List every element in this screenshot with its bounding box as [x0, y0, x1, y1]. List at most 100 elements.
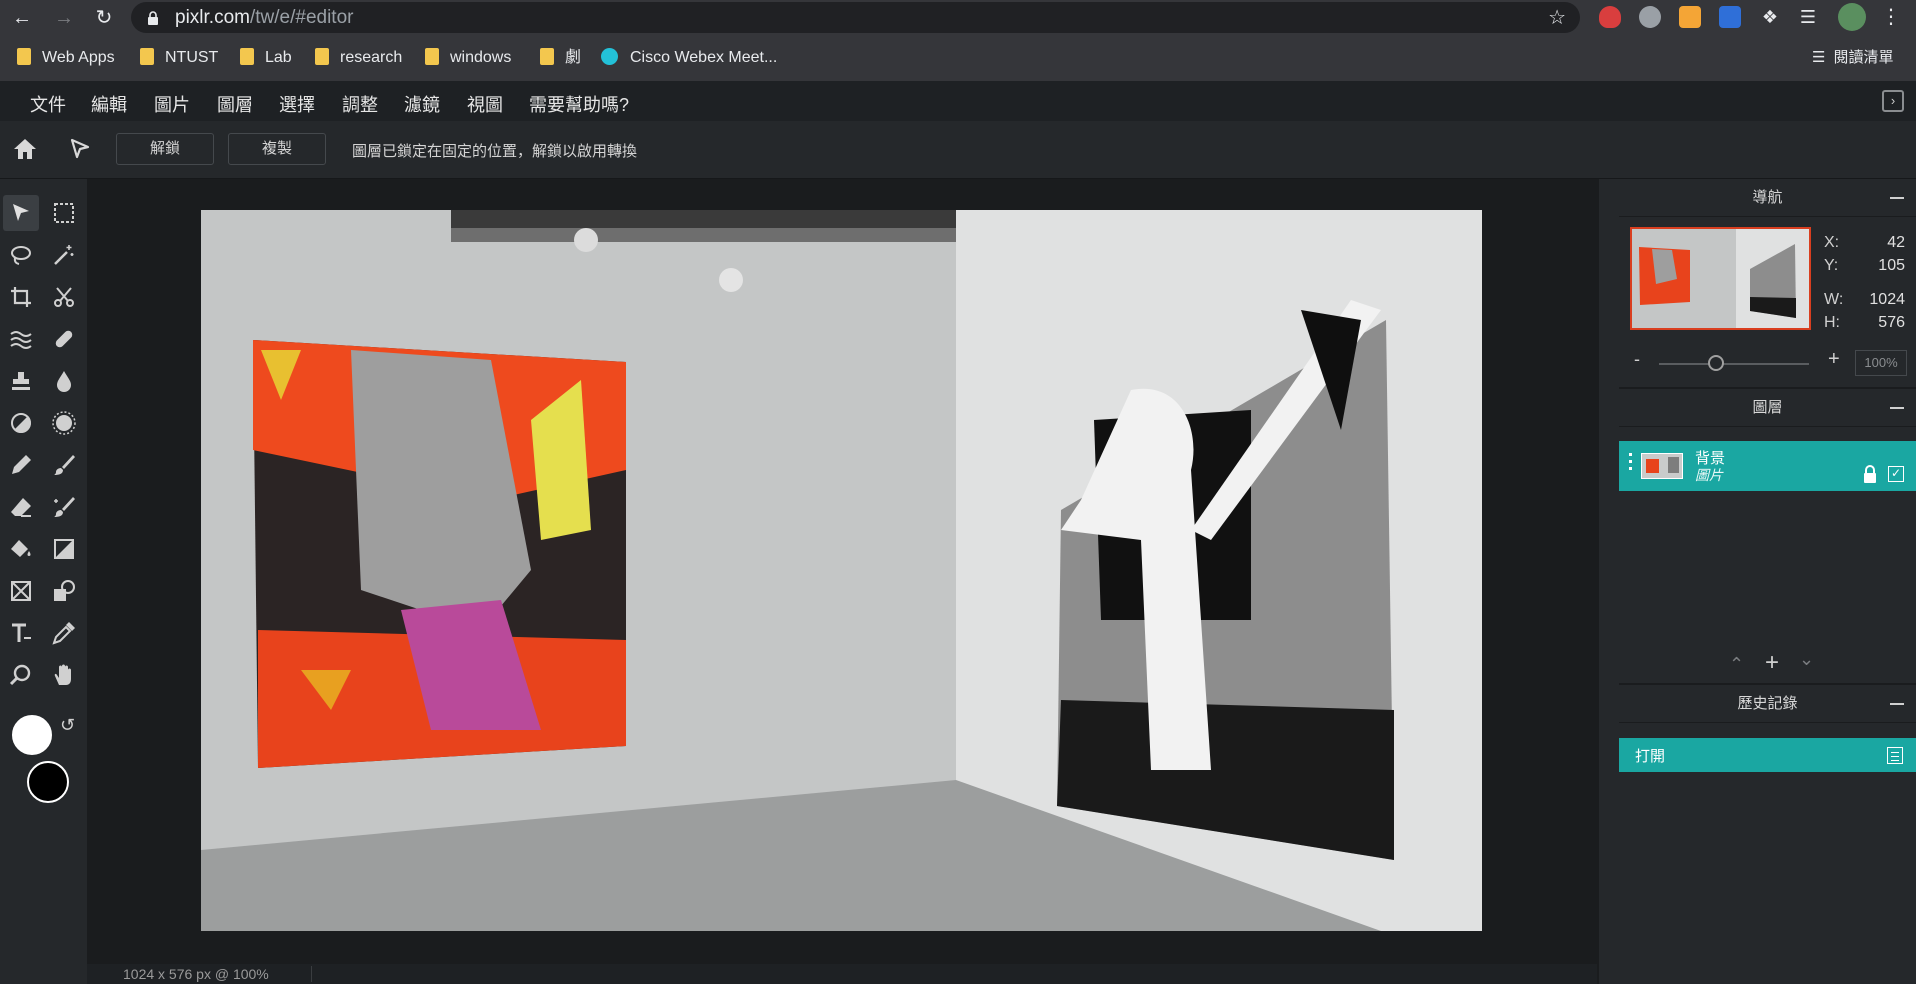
menu-edit[interactable]: 編輯 — [91, 91, 127, 117]
bookmark-research[interactable]: research — [315, 46, 402, 70]
duplicate-button[interactable]: 複製 — [228, 133, 326, 165]
w-label: W: — [1824, 291, 1844, 308]
layer-lock-icon[interactable] — [1863, 465, 1877, 483]
text-tool[interactable] — [3, 615, 39, 651]
zoom-input[interactable]: 100% — [1855, 350, 1907, 376]
w-value: 1024 — [1869, 291, 1905, 308]
bookmark-star-icon[interactable]: ☆ — [1548, 5, 1566, 30]
history-title: 歷史記錄 — [1737, 695, 1798, 712]
foreground-color-swatch[interactable] — [10, 713, 54, 757]
zoom-slider-track[interactable] — [1659, 363, 1809, 365]
minimize-history-icon[interactable] — [1890, 703, 1904, 705]
history-header: 歷史記錄 — [1619, 685, 1916, 723]
clone-stamp-tool[interactable] — [3, 363, 39, 399]
shape-frame-tool[interactable] — [3, 573, 39, 609]
bookmark-web-apps[interactable]: Web Apps — [17, 46, 115, 70]
fill-tool[interactable] — [3, 531, 39, 567]
eraser-icon — [11, 498, 31, 517]
bookmark-webex[interactable]: Cisco Webex Meet... — [601, 46, 777, 70]
bookmark-ntust[interactable]: NTUST — [140, 46, 218, 70]
heal-tool[interactable] — [46, 321, 82, 357]
shield-extension-icon[interactable] — [1599, 6, 1621, 28]
menu-help[interactable]: 需要幫助嗎? — [529, 91, 629, 117]
menu-select[interactable]: 選擇 — [279, 91, 315, 117]
save-extension-icon[interactable] — [1719, 6, 1741, 28]
stamp-icon — [12, 372, 30, 390]
lasso-tool[interactable] — [3, 237, 39, 273]
media-queue-icon[interactable]: ☰ — [1797, 6, 1819, 28]
image-canvas[interactable] — [201, 210, 1482, 931]
crop-tool[interactable] — [3, 279, 39, 315]
puzzle-extensions-icon[interactable]: ❖ — [1759, 6, 1781, 28]
arrow-pointer-icon — [13, 204, 29, 221]
bookmark-drama[interactable]: 劇 — [540, 46, 581, 70]
move-layer-up-icon[interactable]: ⌃ — [1729, 654, 1744, 675]
menu-file[interactable]: 文件 — [30, 91, 66, 117]
menu-view[interactable]: 視圖 — [467, 91, 503, 117]
bookmark-windows[interactable]: windows — [425, 46, 511, 70]
brush-icon — [54, 455, 75, 475]
address-bar[interactable]: pixlr.com/tw/e/#editor ☆ — [131, 2, 1580, 33]
scissors-icon — [54, 287, 74, 307]
magic-wand-tool[interactable] — [46, 237, 82, 273]
forward-icon[interactable]: → — [50, 4, 78, 32]
zoom-tool[interactable] — [3, 657, 39, 693]
blur-tool[interactable] — [46, 363, 82, 399]
brush-tool[interactable] — [46, 447, 82, 483]
sponge-tool[interactable] — [46, 405, 82, 441]
drag-handle-icon[interactable] — [1629, 453, 1632, 456]
thumbnail-painting-right — [1668, 457, 1679, 473]
back-icon[interactable]: ← — [8, 4, 36, 32]
history-item[interactable]: 打開 — [1619, 738, 1916, 772]
bookmark-lab[interactable]: Lab — [240, 46, 292, 70]
hand-tool[interactable] — [46, 657, 82, 693]
marquee-tool[interactable] — [46, 195, 82, 231]
layer-visibility-checkbox[interactable]: ✓ — [1888, 466, 1904, 482]
orange-extension-icon[interactable] — [1679, 6, 1701, 28]
reading-list-icon: ☰ — [1812, 49, 1826, 66]
gradient-tool[interactable] — [46, 531, 82, 567]
pencil-icon — [12, 455, 31, 474]
swap-colors-icon[interactable]: ↺ — [60, 715, 75, 736]
x-value: 42 — [1887, 234, 1905, 251]
eraser-tool[interactable] — [3, 489, 39, 525]
add-layer-icon[interactable]: + — [1765, 649, 1779, 677]
shapes-icon — [54, 580, 75, 601]
move-layer-down-icon[interactable]: ⌄ — [1799, 649, 1814, 670]
smart-brush-tool[interactable] — [46, 489, 82, 525]
menu-layer[interactable]: 圖層 — [217, 91, 253, 117]
menu-adjust[interactable]: 調整 — [342, 91, 378, 117]
chat-extension-icon[interactable] — [1639, 6, 1661, 28]
zoom-slider-handle[interactable] — [1708, 355, 1724, 371]
zoom-in-button[interactable]: + — [1828, 348, 1840, 371]
liquify-tool[interactable] — [3, 321, 39, 357]
reload-icon[interactable]: ↻ — [90, 4, 118, 32]
arrange-tool[interactable] — [3, 195, 39, 231]
reading-list-button[interactable]: ☰ 閱讀清單 — [1812, 46, 1893, 70]
layer-type: 圖片 — [1695, 467, 1723, 483]
dodge-burn-tool[interactable] — [3, 405, 39, 441]
menu-image[interactable]: 圖片 — [154, 91, 190, 117]
cutout-tool[interactable] — [46, 279, 82, 315]
smart-brush-icon — [54, 497, 75, 517]
arrange-tool-icon[interactable] — [68, 137, 92, 161]
minimize-layers-icon[interactable] — [1890, 407, 1904, 409]
shape-tool[interactable] — [46, 573, 82, 609]
home-icon[interactable] — [12, 137, 38, 161]
zoom-out-button[interactable]: - — [1634, 349, 1640, 370]
profile-avatar[interactable] — [1838, 3, 1866, 31]
background-color-swatch[interactable] — [27, 761, 69, 803]
lock-message: 圖層已鎖定在固定的位置，解鎖以啟用轉換 — [352, 143, 638, 160]
canvas-size-status: 1024 x 576 px @ 100% — [123, 966, 269, 982]
layer-row[interactable]: 背景 圖片 ✓ — [1619, 441, 1916, 491]
browser-menu-icon[interactable]: ⋮ — [1880, 6, 1902, 28]
eyedropper-tool[interactable] — [46, 615, 82, 651]
magnifier-icon — [9, 664, 31, 686]
collapse-panel-icon[interactable]: › — [1882, 90, 1904, 112]
y-label: Y: — [1824, 257, 1839, 274]
minimize-navigator-icon[interactable] — [1890, 197, 1904, 199]
pencil-tool[interactable] — [3, 447, 39, 483]
navigator-thumbnail[interactable] — [1630, 227, 1811, 330]
menu-filter[interactable]: 濾鏡 — [404, 91, 440, 117]
unlock-button[interactable]: 解鎖 — [116, 133, 214, 165]
